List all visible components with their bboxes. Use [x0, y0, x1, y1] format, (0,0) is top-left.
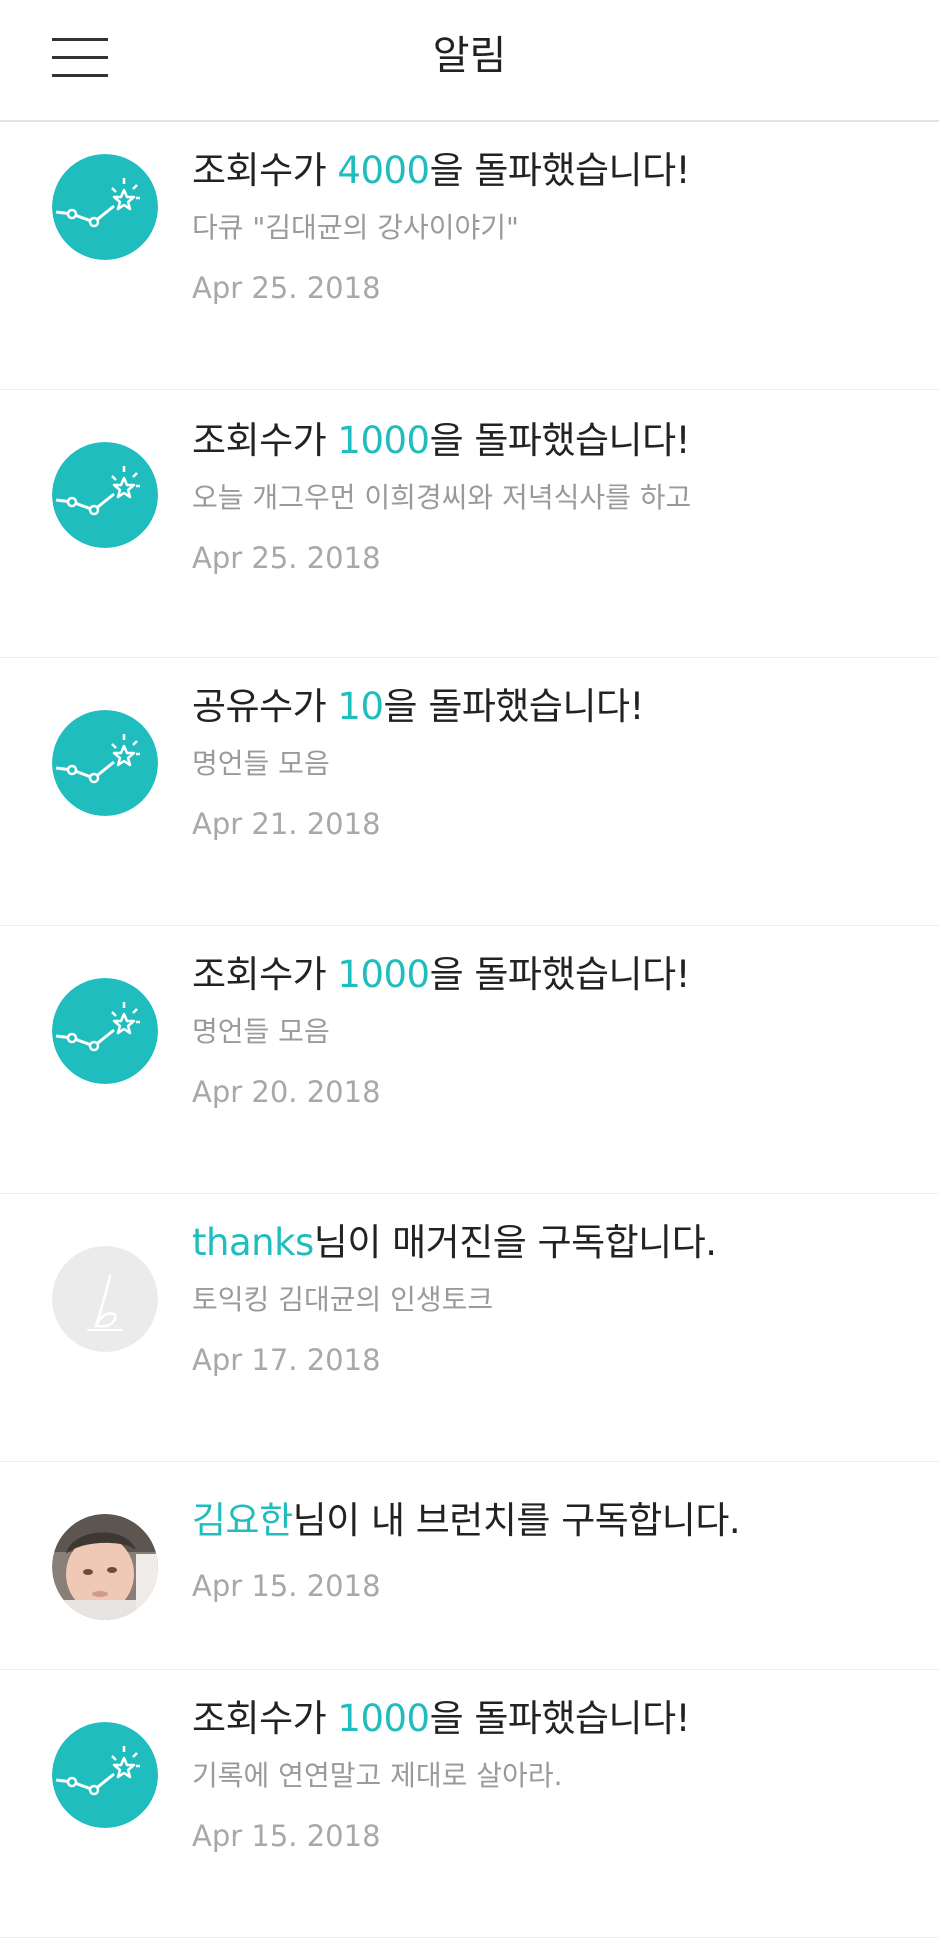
notification-date: Apr 20. 2018	[192, 1075, 381, 1109]
notification-title: 조회수가 1000을 돌파했습니다!	[192, 419, 690, 462]
page-title: 알림	[432, 33, 507, 79]
notification-date: Apr 25. 2018	[192, 541, 381, 575]
user-photo-avatar	[52, 1514, 158, 1620]
highlight-count: 10	[337, 685, 384, 728]
highlight-count: 1000	[337, 1697, 430, 1740]
stats-milestone-icon	[52, 154, 158, 260]
highlight-count: 1000	[337, 419, 430, 462]
stats-milestone-icon	[52, 1722, 158, 1828]
notification-item[interactable]: 조회수가 1000을 돌파했습니다! 명언들 모음 Apr 20. 2018	[0, 926, 939, 1194]
stats-milestone-icon	[52, 442, 158, 548]
notification-title: 김요한님이 내 브런치를 구독합니다.	[192, 1499, 741, 1542]
notification-subtitle: 명언들 모음	[192, 1015, 330, 1048]
notification-date: Apr 21. 2018	[192, 807, 381, 841]
notification-date: Apr 17. 2018	[192, 1343, 381, 1377]
notification-subtitle: 토익킹 김대균의 인생토크	[192, 1283, 494, 1316]
notification-item[interactable]: thanks님이 매거진을 구독합니다. 토익킹 김대균의 인생토크 Apr 1…	[0, 1194, 939, 1462]
notification-date: Apr 15. 2018	[192, 1569, 381, 1603]
app-header: 알림	[0, 0, 939, 122]
stats-milestone-icon	[52, 710, 158, 816]
notification-item[interactable]: 조회수가 4000을 돌파했습니다! 다큐 "김대균의 강사이야기" Apr 2…	[0, 122, 939, 390]
notification-title: 공유수가 10을 돌파했습니다!	[192, 685, 644, 728]
notification-title: thanks님이 매거진을 구독합니다.	[192, 1221, 717, 1264]
stats-milestone-icon	[52, 978, 158, 1084]
subscriber-name-link: thanks	[192, 1221, 314, 1264]
notification-item[interactable]: 공유수가 10을 돌파했습니다! 명언들 모음 Apr 21. 2018	[0, 658, 939, 926]
notification-item[interactable]: 조회수가 1000을 돌파했습니다! 기록에 연연말고 제대로 살아라. Apr…	[0, 1670, 939, 1938]
notification-title: 조회수가 1000을 돌파했습니다!	[192, 953, 690, 996]
notification-subtitle: 다큐 "김대균의 강사이야기"	[192, 211, 519, 244]
notification-subtitle: 명언들 모음	[192, 747, 330, 780]
highlight-count: 1000	[337, 953, 430, 996]
notification-date: Apr 25. 2018	[192, 271, 381, 305]
notification-item[interactable]: 김요한님이 내 브런치를 구독합니다. Apr 15. 2018	[0, 1462, 939, 1670]
notification-item[interactable]: 조회수가 1000을 돌파했습니다! 오늘 개그우먼 이희경씨와 저녁식사를 하…	[0, 390, 939, 658]
notification-title: 조회수가 1000을 돌파했습니다!	[192, 1697, 690, 1740]
notification-list: 조회수가 4000을 돌파했습니다! 다큐 "김대균의 강사이야기" Apr 2…	[0, 122, 939, 1938]
notification-date: Apr 15. 2018	[192, 1819, 381, 1853]
notification-title: 조회수가 4000을 돌파했습니다!	[192, 149, 690, 192]
notification-subtitle: 기록에 연연말고 제대로 살아라.	[192, 1759, 563, 1792]
notification-subtitle: 오늘 개그우먼 이희경씨와 저녁식사를 하고	[192, 481, 692, 514]
highlight-count: 4000	[337, 149, 430, 192]
default-profile-avatar	[52, 1246, 158, 1352]
subscriber-name-link: 김요한	[192, 1499, 293, 1542]
